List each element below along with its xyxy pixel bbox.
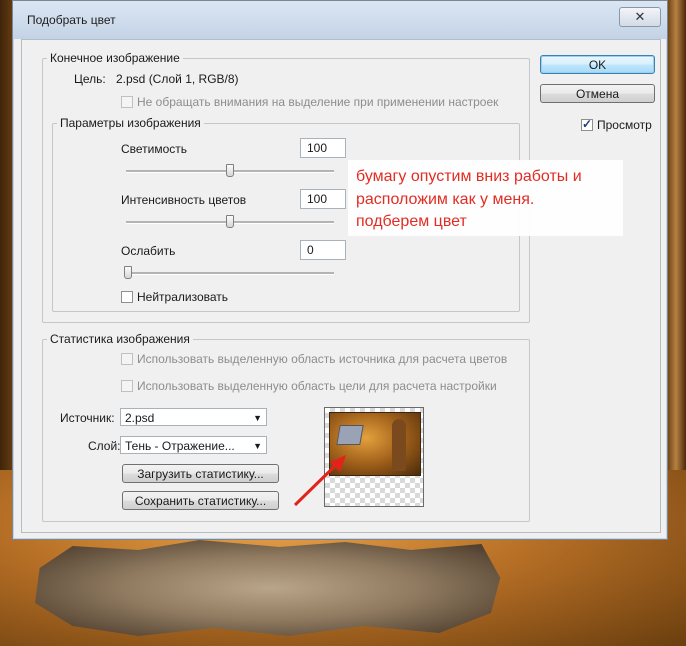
annotation-arrow-icon (293, 455, 346, 507)
